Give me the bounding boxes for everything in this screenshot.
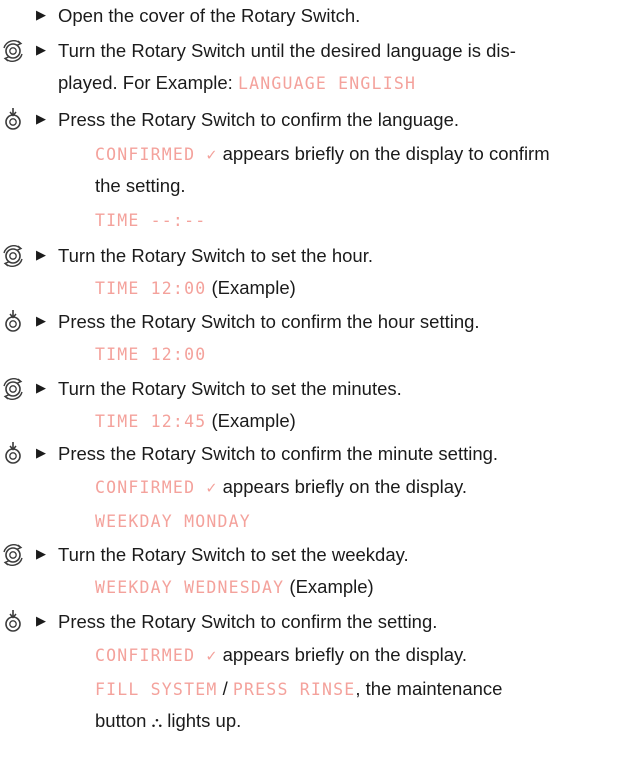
step-note-maintenance: FILL SYSTEM / PRESS RINSE, the maintenan…	[95, 673, 618, 706]
example-label: (Example)	[211, 410, 296, 431]
display-readout: FILL SYSTEM	[95, 680, 218, 699]
display-readout: TIME 12:45	[95, 412, 207, 431]
rotate-icon	[0, 243, 26, 269]
display-readout: TIME --:--	[95, 204, 618, 237]
press-icon	[0, 309, 26, 335]
note-text: button	[95, 710, 147, 731]
step-note: CONFIRMED ✓ appears briefly on the displ…	[95, 138, 618, 171]
step-display: WEEKDAY MONDAY	[95, 505, 618, 538]
note-text: , the maintenance	[355, 678, 503, 699]
note-text: appears briefly on the display to confir…	[222, 143, 550, 164]
display-readout: CONFIRMED ✓	[95, 646, 218, 665]
bullet-arrow: ▶	[36, 445, 46, 460]
display-readout: TIME 12:00	[95, 279, 207, 298]
display-readout: WEEKDAY MONDAY	[95, 512, 251, 531]
display-readout: CONFIRMED ✓	[95, 145, 218, 164]
note-text: appears briefly on the display.	[222, 476, 468, 497]
step-text: Turn the Rotary Switch until the desired…	[58, 40, 516, 61]
display-readout: PRESS RINSE	[232, 680, 356, 699]
step-display: TIME 12:00	[95, 338, 618, 371]
step-text: Turn the Rotary Switch to set the weekda…	[58, 544, 409, 565]
rotate-icon	[0, 376, 26, 402]
step-text: Press the Rotary Switch to confirm the h…	[58, 311, 480, 332]
step-example: TIME 12:45 (Example)	[95, 405, 618, 438]
rotate-icon	[0, 542, 26, 568]
step-text: Press the Rotary Switch to confirm the m…	[58, 443, 499, 464]
press-icon	[0, 609, 26, 635]
display-readout-value: TIME --:--	[95, 211, 207, 230]
step-text: Press the Rotary Switch to confirm the s…	[58, 611, 438, 632]
step-text-continued: played. For Example: LANGUAGE ENGLISH	[58, 67, 618, 100]
note-text: the setting.	[95, 175, 186, 196]
note-text: appears briefly on the display.	[222, 644, 468, 665]
maintenance-icon: ⛬	[151, 714, 163, 731]
step-text: Open the cover of the Rotary Switch.	[58, 5, 361, 26]
bullet-arrow: ▶	[36, 546, 46, 561]
instruction-document: ▶ Open the cover of the Rotary Switch. ▶…	[0, 0, 631, 757]
rotate-icon	[0, 38, 26, 64]
display-readout: CONFIRMED ✓	[95, 478, 218, 497]
bullet-arrow: ▶	[36, 7, 46, 22]
bullet-arrow: ▶	[36, 247, 46, 262]
separator: /	[222, 678, 228, 699]
note-text: lights up.	[167, 710, 242, 731]
press-icon	[0, 107, 26, 133]
step-example: TIME 12:00 (Example)	[95, 272, 618, 305]
bullet-arrow: ▶	[36, 380, 46, 395]
bullet-arrow: ▶	[36, 313, 46, 328]
step-text: Press the Rotary Switch to confirm the l…	[58, 109, 460, 130]
example-label: (Example)	[289, 576, 374, 597]
step-text: Turn the Rotary Switch to set the minute…	[58, 378, 402, 399]
bullet-arrow: ▶	[36, 42, 46, 57]
step-text: played. For Example:	[58, 72, 233, 93]
step-note: CONFIRMED ✓ appears briefly on the displ…	[95, 471, 618, 504]
step-example: WEEKDAY WEDNESDAY (Example)	[95, 571, 618, 604]
display-readout: LANGUAGE ENGLISH	[237, 74, 417, 93]
step-note: CONFIRMED ✓ appears briefly on the displ…	[95, 639, 618, 672]
display-readout: WEEKDAY WEDNESDAY	[95, 578, 285, 597]
display-readout: TIME 12:00	[95, 345, 207, 364]
step-note-maintenance-end: button ⛬ lights up.	[95, 705, 618, 739]
bullet-arrow: ▶	[36, 613, 46, 628]
bullet-arrow: ▶	[36, 111, 46, 126]
example-label: (Example)	[211, 277, 296, 298]
press-icon	[0, 441, 26, 467]
step-text: Turn the Rotary Switch to set the hour.	[58, 245, 373, 266]
